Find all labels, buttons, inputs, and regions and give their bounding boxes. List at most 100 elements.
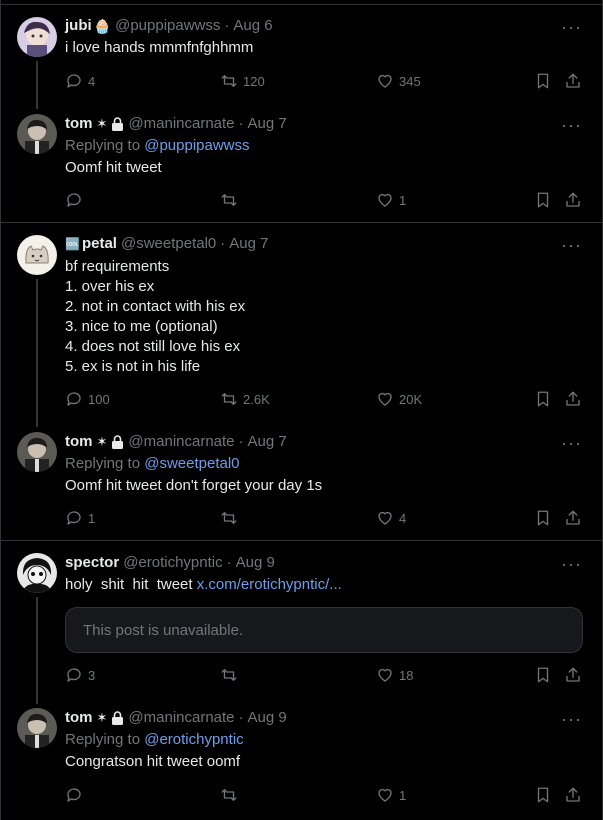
reply-button[interactable]: 1 <box>65 508 95 528</box>
timeline-border-left <box>0 0 1 820</box>
lock-icon <box>111 711 124 725</box>
unavailable-post-card: This post is unavailable. <box>65 607 583 653</box>
bookmark-button[interactable] <box>534 665 552 685</box>
display-name[interactable]: petal <box>82 234 117 254</box>
like-count: 18 <box>399 667 414 683</box>
retweet-button[interactable]: 120 <box>220 71 265 91</box>
retweet-button[interactable]: 2.6K <box>220 389 270 409</box>
heart-icon <box>378 392 392 406</box>
bookmark-button[interactable] <box>534 389 552 409</box>
avatar[interactable] <box>17 114 57 154</box>
handle[interactable]: @puppipawwss <box>115 16 220 36</box>
thread-line <box>36 61 38 109</box>
reply-icon <box>67 74 81 88</box>
share-icon <box>566 510 580 525</box>
reply-button[interactable]: 4 <box>65 71 95 91</box>
retweet-button[interactable] <box>220 665 243 685</box>
reply-button[interactable]: 3 <box>65 665 95 685</box>
more-options-button[interactable]: ··· <box>561 236 582 254</box>
avatar[interactable] <box>17 235 57 275</box>
tweet-link[interactable]: x.com/erotichypntic/... <box>197 576 342 593</box>
retweet-button[interactable] <box>220 190 243 210</box>
retweet-icon <box>221 194 237 206</box>
divider <box>0 222 603 223</box>
tweet-header: 🆒 petal @sweetpetal0 · Aug 7 <box>65 234 268 254</box>
mention-link[interactable]: @sweetpetal0 <box>144 455 239 472</box>
dot-separator: · <box>226 554 232 571</box>
reply-button[interactable] <box>65 785 88 805</box>
retweet-count: 120 <box>243 73 265 89</box>
retweet-icon <box>221 393 237 405</box>
timestamp[interactable]: Aug 9 <box>248 708 287 728</box>
timestamp[interactable]: Aug 7 <box>229 234 268 254</box>
retweet-icon <box>221 789 237 801</box>
retweet-button[interactable] <box>220 508 243 528</box>
bookmark-button[interactable] <box>534 508 552 528</box>
share-icon <box>566 787 580 802</box>
tweet-header: jubi 🧁 @puppipawwss · Aug 6 <box>65 16 273 36</box>
bookmark-icon <box>537 73 549 89</box>
timestamp[interactable]: Aug 7 <box>248 432 287 452</box>
action-bar: 1 4 <box>65 508 585 528</box>
divider <box>0 4 603 5</box>
like-button[interactable]: 20K <box>376 389 422 409</box>
cool-emoji: 🆒 <box>65 237 80 251</box>
display-name[interactable]: spector <box>65 553 119 573</box>
star-badge: ✶ <box>96 434 108 449</box>
share-button[interactable] <box>564 71 582 91</box>
tweet-header: tom ✶ @manincarnate · Aug 9 <box>65 708 287 728</box>
reply-button[interactable] <box>65 190 88 210</box>
share-button[interactable] <box>564 389 582 409</box>
avatar[interactable] <box>17 432 57 472</box>
retweet-button[interactable] <box>220 785 243 805</box>
avatar[interactable] <box>17 17 57 57</box>
share-button[interactable] <box>564 508 582 528</box>
handle[interactable]: @sweetpetal0 <box>121 234 216 254</box>
like-button[interactable]: 4 <box>376 508 406 528</box>
bookmark-button[interactable] <box>534 71 552 91</box>
share-button[interactable] <box>564 785 582 805</box>
like-count: 1 <box>399 192 407 208</box>
handle[interactable]: @manincarnate <box>128 114 234 134</box>
mention-link[interactable]: @erotichypntic <box>144 731 243 748</box>
reply-button[interactable]: 100 <box>65 389 110 409</box>
tweet-text: i love hands mmmfnfghhmm <box>65 39 254 56</box>
reply-count: 3 <box>88 667 96 683</box>
replying-label: Replying to <box>65 731 141 748</box>
avatar[interactable] <box>17 708 57 748</box>
more-options-button[interactable]: ··· <box>561 710 582 728</box>
bookmark-button[interactable] <box>534 785 552 805</box>
like-button[interactable]: 18 <box>376 665 413 685</box>
handle[interactable]: @manincarnate <box>128 708 234 728</box>
heart-icon <box>378 193 392 207</box>
avatar[interactable] <box>17 553 57 593</box>
display-name[interactable]: jubi <box>65 16 92 36</box>
bookmark-icon <box>537 510 549 526</box>
like-button[interactable]: 1 <box>376 190 406 210</box>
more-options-button[interactable]: ··· <box>561 18 582 36</box>
divider <box>0 540 603 541</box>
star-badge: ✶ <box>96 116 108 131</box>
timestamp[interactable]: Aug 6 <box>233 16 272 36</box>
like-button[interactable]: 1 <box>376 785 406 805</box>
heart-icon <box>378 668 392 682</box>
replying-to: Replying to @erotichypntic <box>65 730 244 750</box>
handle[interactable]: @manincarnate <box>128 432 234 452</box>
like-button[interactable]: 345 <box>376 71 421 91</box>
more-options-button[interactable]: ··· <box>561 434 582 452</box>
display-name[interactable]: tom <box>65 114 93 134</box>
display-name[interactable]: tom <box>65 432 93 452</box>
more-options-button[interactable]: ··· <box>561 555 582 573</box>
share-button[interactable] <box>564 190 582 210</box>
share-button[interactable] <box>564 665 582 685</box>
lock-icon <box>111 117 124 131</box>
replying-label: Replying to <box>65 137 141 154</box>
mention-link[interactable]: @puppipawwss <box>144 137 249 154</box>
timestamp[interactable]: Aug 7 <box>248 114 287 134</box>
handle[interactable]: @erotichypntic <box>123 553 222 573</box>
bookmark-button[interactable] <box>534 190 552 210</box>
thread-line <box>36 597 38 704</box>
timestamp[interactable]: Aug 9 <box>236 553 275 573</box>
display-name[interactable]: tom <box>65 708 93 728</box>
more-options-button[interactable]: ··· <box>561 116 582 134</box>
